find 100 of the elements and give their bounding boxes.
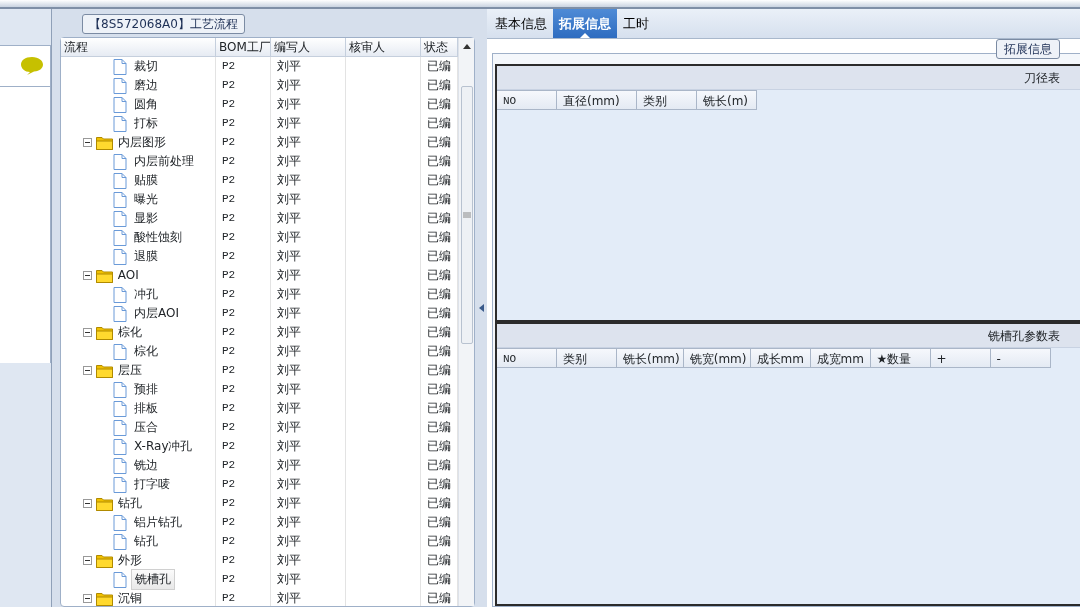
column-header[interactable]: 直径(mm)	[557, 90, 637, 110]
document-icon	[113, 476, 127, 493]
table-cell: P2	[216, 399, 271, 418]
folder-icon	[95, 325, 113, 340]
tree-item[interactable]: 排板	[131, 399, 161, 418]
table-cell: 刘平	[271, 323, 346, 342]
collapse-icon[interactable]	[83, 138, 92, 147]
tree-item[interactable]: 裁切	[131, 57, 161, 76]
table-cell: 刘平	[271, 285, 346, 304]
table-cell: 刘平	[271, 304, 346, 323]
column-header[interactable]: ★数量	[870, 348, 931, 368]
tree-item[interactable]: 钻孔	[114, 494, 145, 513]
tree-item[interactable]: 预排	[131, 380, 161, 399]
tree-item[interactable]: 打字唛	[131, 475, 173, 494]
column-header[interactable]: 铣长(mm)	[617, 348, 684, 368]
tree-item[interactable]: AOI	[114, 266, 142, 285]
collapse-icon[interactable]	[83, 594, 92, 603]
column-header[interactable]: 成宽mm	[810, 348, 871, 368]
document-icon	[113, 571, 127, 588]
tab[interactable]: 拓展信息	[553, 9, 617, 38]
table-cell: P2	[216, 570, 271, 589]
document-icon	[113, 153, 127, 170]
column-header[interactable]: NO	[497, 90, 557, 110]
column-header[interactable]: 铣长(m)	[697, 90, 757, 110]
table-cell: P2	[216, 323, 271, 342]
table-cell: P2	[216, 361, 271, 380]
grid-title: 铣槽孔参数表	[497, 324, 1080, 348]
tree-item[interactable]: 沉铜	[114, 589, 145, 606]
tab[interactable]: 工时	[617, 9, 655, 38]
collapse-icon[interactable]	[83, 328, 92, 337]
table-cell: 刘平	[271, 418, 346, 437]
tree-item[interactable]: X-Ray冲孔	[131, 437, 196, 456]
table-cell: P2	[216, 171, 271, 190]
table-cell: P2	[216, 589, 271, 606]
column-header[interactable]: 成长mm	[750, 348, 811, 368]
document-icon	[113, 115, 127, 132]
column-header[interactable]: 类别	[637, 90, 697, 110]
collapse-icon[interactable]	[83, 366, 92, 375]
table-cell: 刘平	[271, 114, 346, 133]
table-cell: 刘平	[271, 456, 346, 475]
collapse-icon[interactable]	[83, 556, 92, 565]
tree-item[interactable]: 钻孔	[131, 532, 161, 551]
tree-item[interactable]: 内层图形	[114, 133, 169, 152]
table-cell: P2	[216, 304, 271, 323]
tree-item[interactable]: 层压	[114, 361, 145, 380]
collapse-icon[interactable]	[83, 499, 92, 508]
tree-item[interactable]: 贴膜	[131, 171, 161, 190]
folder-icon	[95, 496, 113, 511]
tree-item[interactable]: 压合	[131, 418, 161, 437]
tree-item[interactable]: 棕化	[114, 323, 145, 342]
tree-item[interactable]: 冲孔	[131, 285, 161, 304]
tree-item[interactable]: 显影	[131, 209, 161, 228]
panel-title: 【8S572068A0】工艺流程	[82, 14, 245, 34]
tree-item[interactable]: 磨边	[131, 76, 161, 95]
table-cell: P2	[216, 228, 271, 247]
table-cell: 刘平	[271, 342, 346, 361]
tree-item[interactable]: 棕化	[131, 342, 161, 361]
table-cell: P2	[216, 57, 271, 76]
column-header[interactable]: 核审人	[346, 38, 421, 56]
table-cell: P2	[216, 76, 271, 95]
column-header[interactable]: 铣宽(mm)	[683, 348, 751, 368]
table-cell: P2	[216, 133, 271, 152]
column-header[interactable]: NO	[497, 348, 557, 368]
tree-item[interactable]: 内层前处理	[131, 152, 197, 171]
document-icon	[113, 286, 127, 303]
document-icon	[113, 343, 127, 360]
column-header[interactable]: 编写人	[271, 38, 346, 56]
table-cell: 刘平	[271, 532, 346, 551]
tab[interactable]: 基本信息	[489, 9, 553, 38]
tree-item[interactable]: 内层AOI	[131, 304, 182, 323]
tree-item[interactable]: 铣边	[131, 456, 161, 475]
scroll-up-icon[interactable]	[461, 42, 472, 50]
tree-item[interactable]: 退膜	[131, 247, 161, 266]
table-cell: P2	[216, 437, 271, 456]
tree-item[interactable]: 曝光	[131, 190, 161, 209]
document-icon	[113, 457, 127, 474]
table-cell: 刘平	[271, 589, 346, 606]
column-header[interactable]: BOM工厂	[216, 38, 271, 56]
table-cell: P2	[216, 190, 271, 209]
scrollbar[interactable]	[458, 38, 474, 606]
table-cell: P2	[216, 532, 271, 551]
tree-item[interactable]: 圆角	[131, 95, 161, 114]
table-cell: 刘平	[271, 171, 346, 190]
column-header[interactable]: -	[990, 348, 1051, 368]
table-cell: P2	[216, 456, 271, 475]
tree-item[interactable]: 铣槽孔	[131, 569, 175, 590]
table-cell: P2	[216, 209, 271, 228]
column-header[interactable]: 类别	[557, 348, 617, 368]
column-header[interactable]: +	[930, 348, 991, 368]
tree-item[interactable]: 铝片钻孔	[131, 513, 185, 532]
table-cell: P2	[216, 95, 271, 114]
table-cell: 刘平	[271, 133, 346, 152]
tree-item[interactable]: 打标	[131, 114, 161, 133]
collapse-icon[interactable]	[83, 271, 92, 280]
table-cell: 刘平	[271, 95, 346, 114]
column-header[interactable]: 流程	[61, 38, 216, 56]
tree-item[interactable]: 外形	[114, 551, 145, 570]
tree-item[interactable]: 酸性蚀刻	[131, 228, 185, 247]
collapse-left-icon[interactable]	[478, 304, 484, 312]
table-cell: 刘平	[271, 209, 346, 228]
